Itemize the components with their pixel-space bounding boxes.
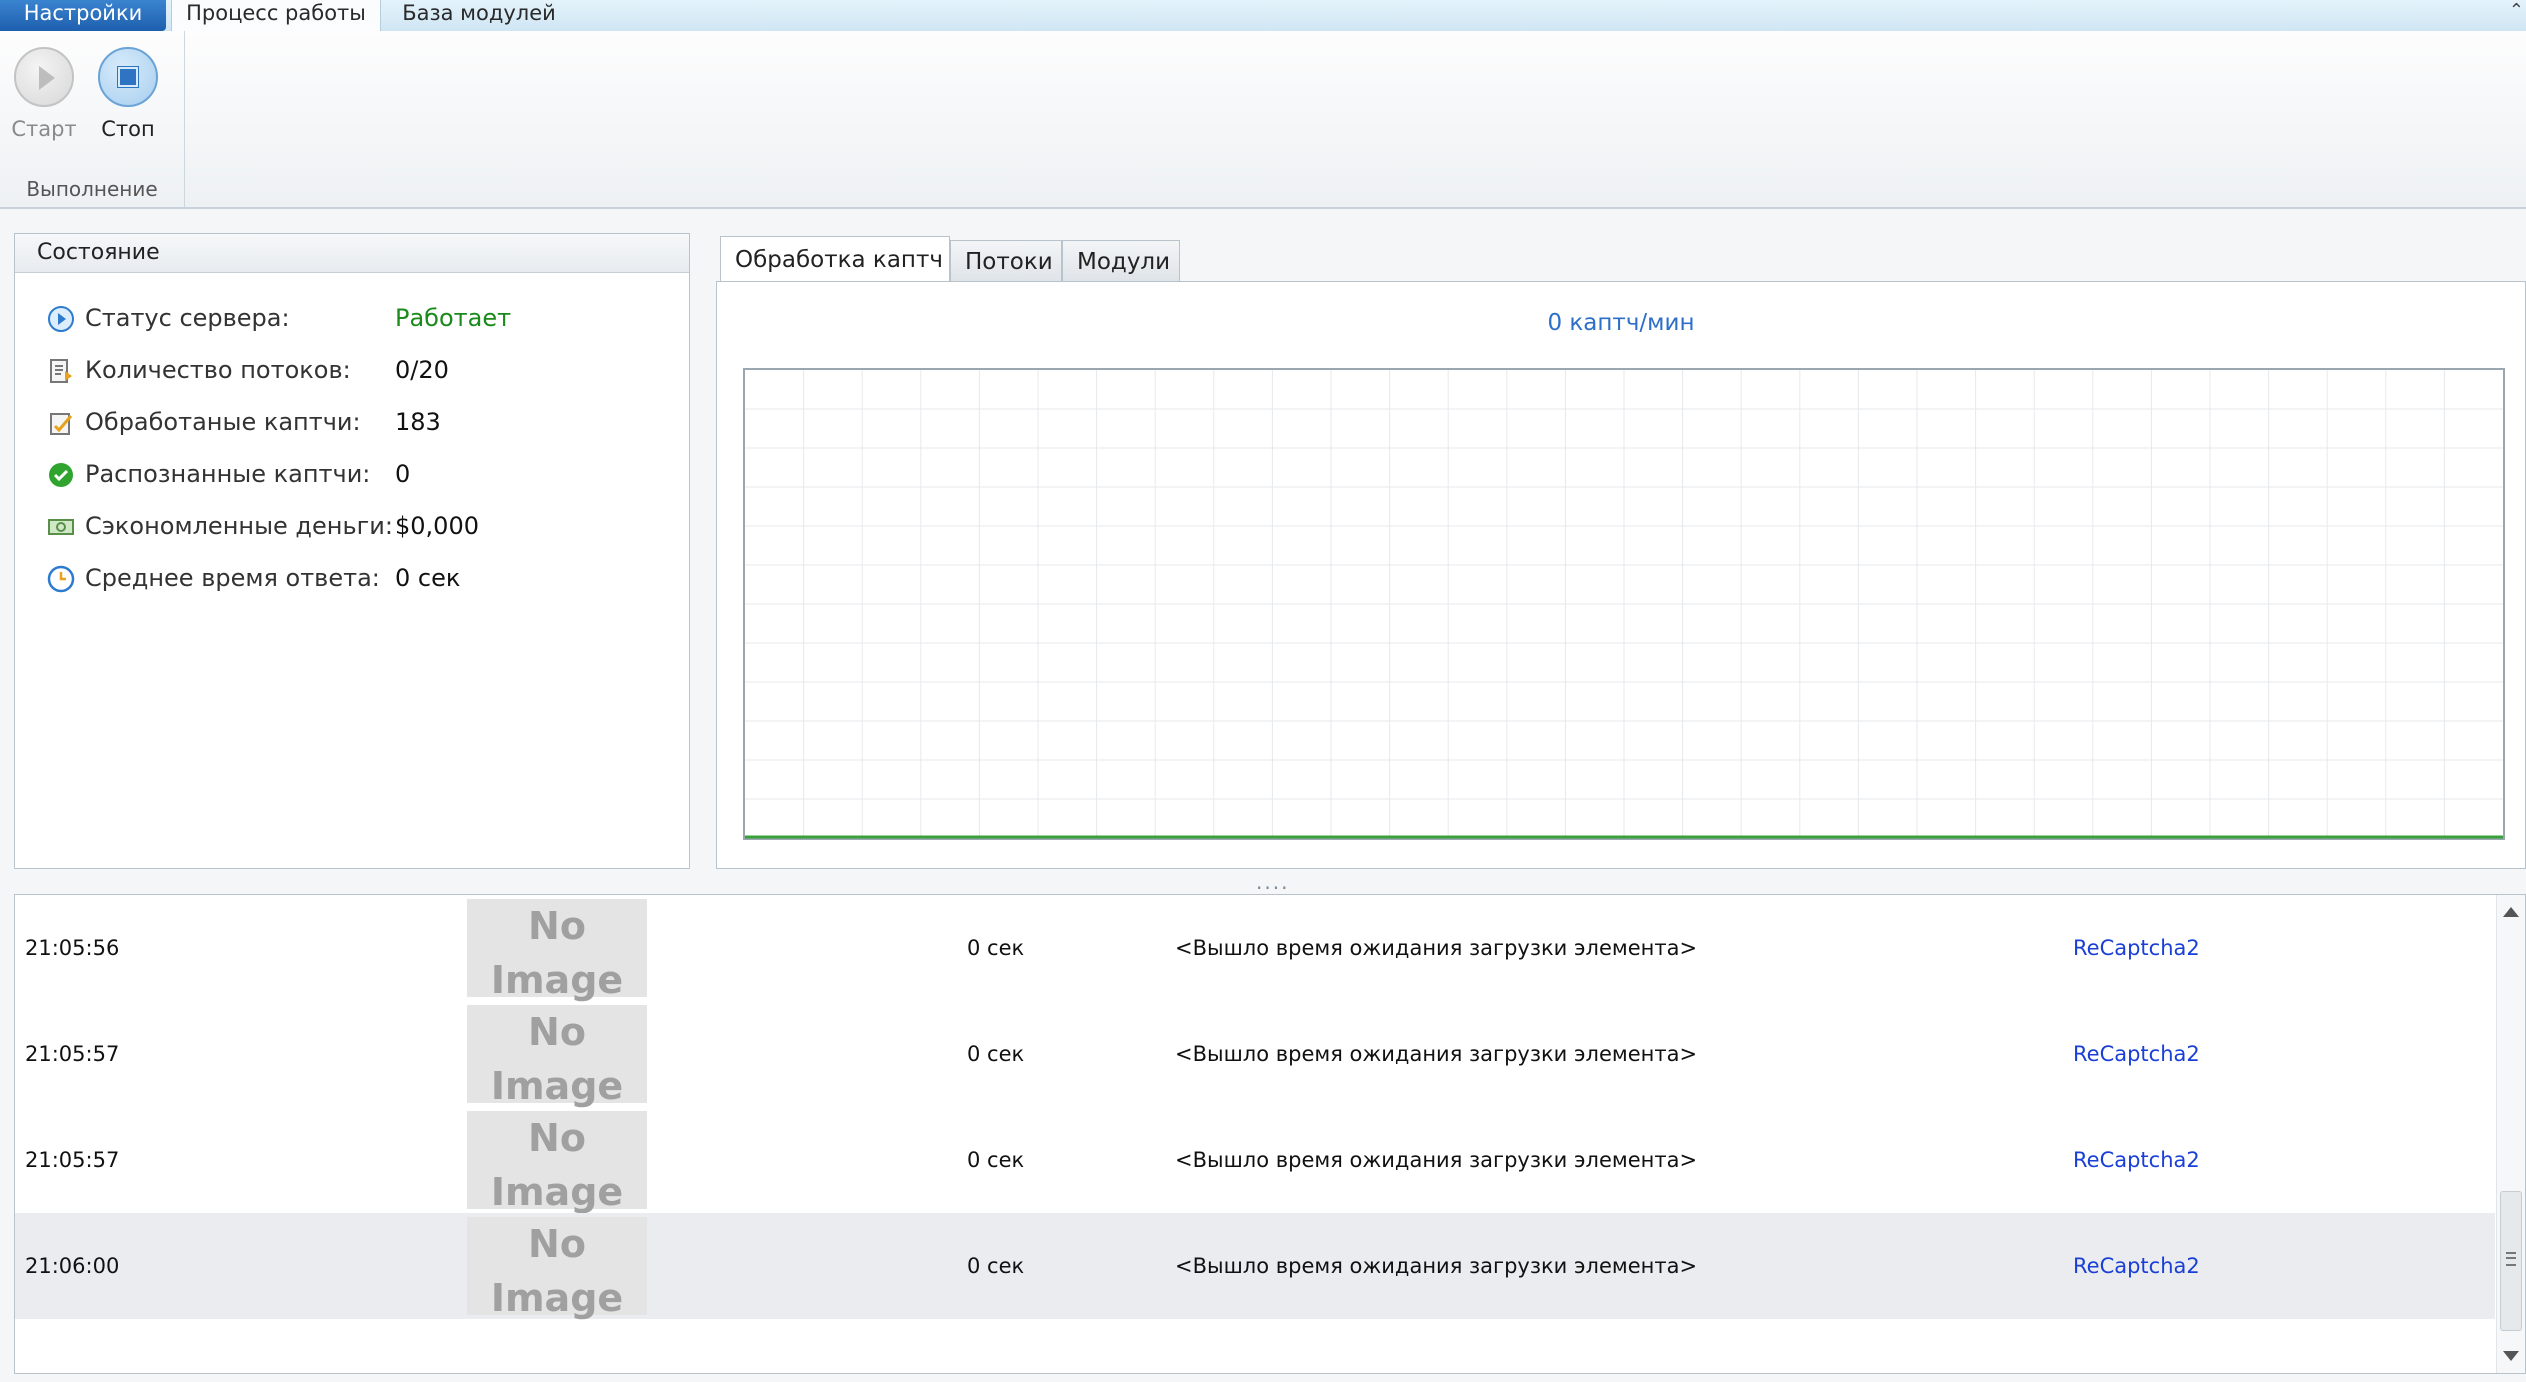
splitter-handle[interactable]: .... [1256, 870, 1289, 894]
log-message: <Вышло время ожидания загрузки элемента> [1175, 936, 1698, 960]
scroll-down-arrow-icon[interactable] [2503, 1351, 2519, 1361]
chart-panel: 0 каптч/мин [716, 281, 2526, 869]
stat-label: Количество потоков: [85, 356, 351, 384]
no-image-text: No [528, 1222, 586, 1266]
scrollbar-thumb[interactable] [2500, 1191, 2522, 1331]
log-time: 21:05:56 [25, 936, 120, 960]
stat-label: Распознанные каптчи: [85, 460, 371, 488]
log-duration: 0 сек [967, 1254, 1025, 1278]
log-message: <Вышло время ожидания загрузки элемента> [1175, 1042, 1698, 1066]
server-status-icon [48, 306, 74, 332]
scroll-up-arrow-icon[interactable] [2503, 907, 2519, 917]
no-image-placeholder: No Image [467, 899, 647, 1002]
log-duration: 0 сек [967, 1148, 1025, 1172]
log-module[interactable]: ReCaptcha2 [2073, 1213, 2200, 1319]
log-module[interactable]: ReCaptcha2 [2073, 1107, 2200, 1213]
stat-value: Работает [395, 304, 512, 332]
log-message: <Вышло время ожидания загрузки элемента> [1175, 1148, 1698, 1172]
processed-icon [50, 413, 73, 435]
threads-icon [50, 359, 72, 383]
log-time: 21:05:57 [25, 1042, 120, 1066]
tab-process[interactable]: Процесс работы [171, 0, 381, 32]
log-time: 21:06:00 [25, 1254, 120, 1278]
ribbon-tab-bar: Настройки Процесс работы База модулей ⌃ [0, 0, 2526, 32]
start-button-label: Старт [11, 117, 77, 141]
no-image-text: Image [490, 958, 624, 1002]
tab-modules[interactable]: Модули [1062, 240, 1180, 282]
stop-button-label: Стоп [101, 117, 155, 141]
stat-value: $0,000 [395, 512, 479, 540]
window-corner-icon[interactable]: ⌃ [2509, 0, 2524, 21]
recognized-check-icon [49, 463, 73, 487]
status-panel: Состояние Статус сервера: Работает Колич… [14, 233, 690, 869]
log-row[interactable]: 21:05:56 No Image 0 сек <Вышло время ожид… [15, 895, 2495, 1002]
ribbon-group-label: Выполнение [26, 177, 158, 201]
no-image-text: No [528, 1116, 586, 1160]
start-button[interactable]: Старт [4, 41, 84, 151]
stat-label: Среднее время ответа: [85, 564, 380, 592]
log-duration: 0 сек [967, 936, 1025, 960]
no-image-placeholder: No Image [467, 1005, 647, 1108]
ribbon-body: Старт Стоп Выполнение [0, 31, 2526, 209]
log-duration: 0 сек [967, 1042, 1025, 1066]
no-image-text: Image [490, 1170, 624, 1214]
stop-icon [98, 47, 158, 107]
chart-title: 0 каптч/мин [1547, 310, 1695, 336]
no-image-placeholder: No Image [467, 1111, 647, 1214]
log-module[interactable]: ReCaptcha2 [2073, 895, 2200, 1001]
log-message: <Вышло время ожидания загрузки элемента> [1175, 1254, 1698, 1278]
log-row-selected[interactable]: 21:06:00 No Image 0 сек <Вышло время ожид… [15, 1213, 2495, 1320]
tab-captcha-processing[interactable]: Обработка каптч [720, 236, 950, 284]
stat-label: Сэкономленные деньги: [85, 512, 393, 540]
stat-value: 0/20 [395, 356, 449, 384]
stat-value: 183 [395, 408, 441, 436]
status-panel-title: Состояние [15, 234, 689, 273]
log-time: 21:05:57 [25, 1148, 120, 1172]
stat-value: 0 сек [395, 564, 461, 592]
tab-settings[interactable]: Настройки [0, 0, 166, 31]
stop-button[interactable]: Стоп [88, 41, 168, 151]
no-image-text: No [528, 904, 586, 948]
stat-label: Обработаные каптчи: [85, 408, 361, 436]
log-row[interactable]: 21:05:57 No Image 0 сек <Вышло время ожид… [15, 1001, 2495, 1108]
no-image-text: Image [490, 1276, 624, 1320]
tab-threads[interactable]: Потоки [950, 240, 1062, 282]
stat-value: 0 [395, 460, 411, 488]
money-icon [48, 519, 74, 535]
ribbon-group-execution: Старт Стоп Выполнение [0, 31, 185, 207]
log-module[interactable]: ReCaptcha2 [2073, 1001, 2200, 1107]
stat-label: Статус сервера: [85, 304, 290, 332]
no-image-text: No [528, 1010, 586, 1054]
vertical-scrollbar[interactable] [2496, 895, 2525, 1373]
captcha-rate-chart [743, 368, 2505, 840]
no-image-placeholder: No Image [467, 1217, 647, 1320]
no-image-text: Image [490, 1064, 624, 1108]
play-icon [14, 47, 74, 107]
tab-module-base[interactable]: База модулей [381, 0, 577, 31]
captcha-log-list: 21:05:56 No Image 0 сек <Вышло время ожид… [14, 894, 2526, 1374]
clock-icon [47, 565, 75, 593]
log-row[interactable]: 21:05:57 No Image 0 сек <Вышло время ожид… [15, 1107, 2495, 1214]
